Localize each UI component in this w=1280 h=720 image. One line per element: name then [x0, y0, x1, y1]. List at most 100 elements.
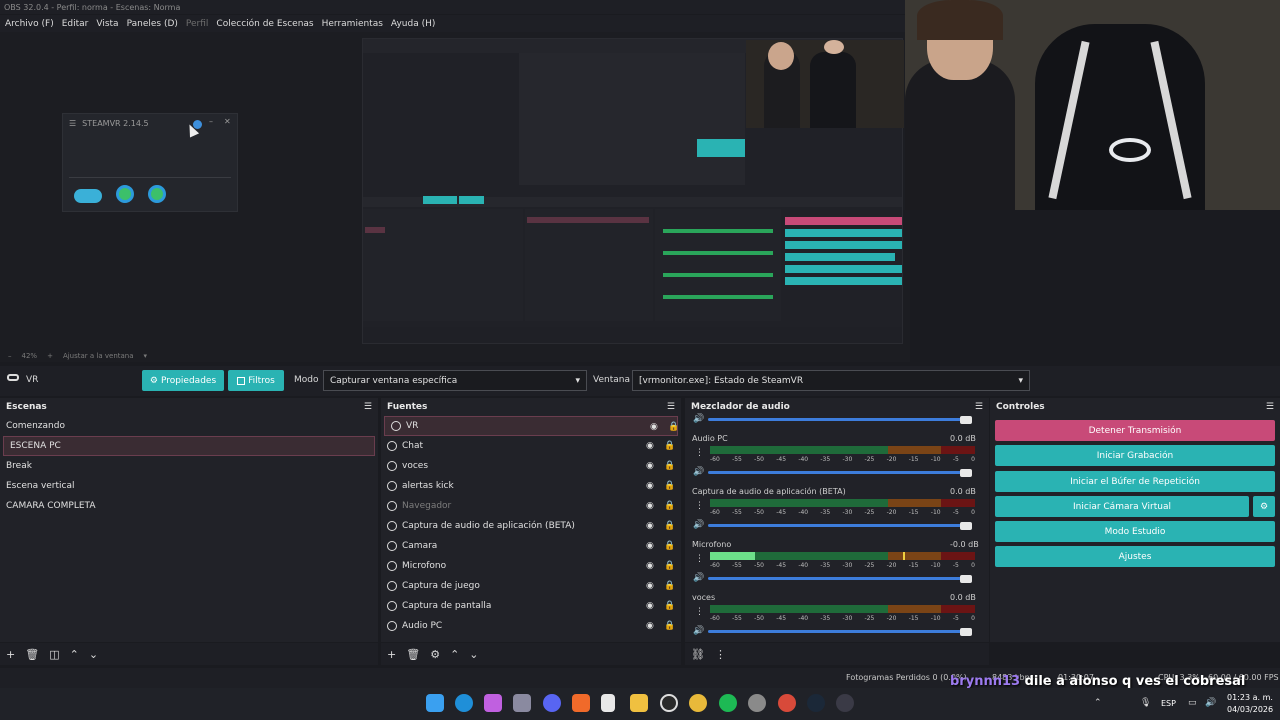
- eye-icon[interactable]: ◉: [646, 521, 658, 533]
- volume-icon[interactable]: 🔊: [693, 520, 704, 530]
- more-icon[interactable]: ⋮: [695, 501, 704, 511]
- menu-herramientas[interactable]: Herramientas: [322, 19, 383, 29]
- discord-icon[interactable]: [543, 694, 561, 712]
- source-item-selected[interactable]: VR ◉ 🔒: [384, 416, 680, 436]
- volume-icon[interactable]: 🔊: [693, 467, 704, 477]
- dock-menu-icon[interactable]: ☰: [1266, 402, 1274, 412]
- eye-icon[interactable]: ◉: [646, 601, 658, 613]
- eye-icon[interactable]: ◉: [646, 561, 658, 573]
- move-down-icon[interactable]: ⌄: [89, 648, 98, 661]
- volume-slider[interactable]: [708, 418, 970, 421]
- volume-icon[interactable]: 🔊: [693, 626, 704, 636]
- eye-icon[interactable]: ◉: [646, 441, 658, 453]
- filters-button[interactable]: Filtros: [228, 370, 284, 391]
- volume-slider[interactable]: [708, 524, 970, 527]
- link-icon[interactable]: ⛓: [691, 648, 705, 661]
- eye-hidden-icon[interactable]: ◉: [646, 501, 658, 513]
- menu-vista[interactable]: Vista: [96, 19, 118, 29]
- filter-icon[interactable]: ◫: [49, 648, 59, 661]
- eye-icon[interactable]: ◉: [646, 481, 658, 493]
- source-item[interactable]: Microfono ◉ 🔒: [381, 556, 681, 576]
- source-item[interactable]: Captura de audio de aplicación (BETA) ◉ 🔒: [381, 516, 681, 536]
- chevron-down-icon[interactable]: ▾: [144, 352, 148, 360]
- scene-item[interactable]: Comenzando: [0, 416, 378, 436]
- lock-icon[interactable]: 🔒: [664, 521, 676, 533]
- dock-menu-icon[interactable]: ☰: [364, 402, 372, 412]
- dock-menu-icon[interactable]: ☰: [667, 402, 675, 412]
- scene-item-selected[interactable]: ESCENA PC: [3, 436, 375, 456]
- copilot-icon[interactable]: [484, 694, 502, 712]
- windows-start-icon[interactable]: [426, 694, 444, 712]
- menu-perfil[interactable]: Perfil: [186, 19, 209, 29]
- chevron-up-icon[interactable]: ⌃: [1094, 698, 1102, 708]
- source-item[interactable]: Captura de pantalla ◉ 🔒: [381, 596, 681, 616]
- brave-icon[interactable]: [572, 694, 590, 712]
- volume-slider-knob[interactable]: [960, 628, 972, 636]
- virtual-camera-settings-button[interactable]: ⚙: [1253, 496, 1275, 517]
- edge-icon[interactable]: [455, 694, 473, 712]
- network-icon[interactable]: ▭: [1188, 698, 1197, 708]
- volume-slider-knob[interactable]: [960, 575, 972, 583]
- menu-archivo[interactable]: Archivo (F): [5, 19, 54, 29]
- clock-time[interactable]: 01:23 a. m.: [1227, 693, 1273, 702]
- lock-icon[interactable]: 🔒: [664, 441, 676, 453]
- move-up-icon[interactable]: ⌃: [450, 648, 459, 661]
- eye-icon[interactable]: ◉: [646, 461, 658, 473]
- eye-icon[interactable]: ◉: [646, 621, 658, 633]
- volume-slider[interactable]: [708, 471, 970, 474]
- eye-icon[interactable]: ◉: [646, 541, 658, 553]
- source-item[interactable]: Chat ◉ 🔒: [381, 436, 681, 456]
- folder-icon[interactable]: [630, 694, 648, 712]
- lock-icon[interactable]: 🔒: [664, 621, 676, 633]
- menu-editar[interactable]: Editar: [62, 19, 89, 29]
- more-icon[interactable]: ⋮: [715, 648, 726, 661]
- volume-slider-knob[interactable]: [960, 469, 972, 477]
- lock-icon[interactable]: 🔒: [664, 561, 676, 573]
- volume-icon[interactable]: 🔊: [1205, 698, 1216, 708]
- zoom-in-icon[interactable]: +: [47, 352, 53, 360]
- move-down-icon[interactable]: ⌄: [469, 648, 478, 661]
- volume-icon[interactable]: 🔊: [693, 573, 704, 583]
- source-item[interactable]: Captura de juego ◉ 🔒: [381, 576, 681, 596]
- lock-icon[interactable]: 🔒: [664, 541, 676, 553]
- replay-buffer-button[interactable]: Iniciar el Búfer de Repetición: [995, 471, 1275, 492]
- eye-icon[interactable]: ◉: [646, 581, 658, 593]
- volume-slider[interactable]: [708, 630, 970, 633]
- chrome-icon[interactable]: [689, 694, 707, 712]
- settings-button[interactable]: Ajustes: [995, 546, 1275, 567]
- lock-icon[interactable]: 🔒: [664, 481, 676, 493]
- studio-mode-button[interactable]: Modo Estudio: [995, 521, 1275, 542]
- source-item[interactable]: voces ◉ 🔒: [381, 456, 681, 476]
- source-item[interactable]: alertas kick ◉ 🔒: [381, 476, 681, 496]
- volume-slider-knob[interactable]: [960, 522, 972, 530]
- stop-stream-button[interactable]: Detener Transmisión: [995, 420, 1275, 441]
- properties-button[interactable]: ⚙ Propiedades: [142, 370, 224, 391]
- lock-icon[interactable]: 🔒: [664, 581, 676, 593]
- source-item[interactable]: Navegador ◉ 🔒: [381, 496, 681, 516]
- window-select[interactable]: [vrmonitor.exe]: Estado de SteamVR ▾: [632, 370, 1030, 391]
- volume-icon[interactable]: 🔊: [693, 414, 704, 424]
- microphone-icon[interactable]: 🎙: [1140, 698, 1151, 708]
- start-recording-button[interactable]: Iniciar Grabación: [995, 445, 1275, 466]
- trash-icon[interactable]: 🗑: [25, 648, 39, 661]
- obs-taskbar-icon[interactable]: [660, 694, 678, 712]
- clock-date[interactable]: 04/03/2026: [1227, 705, 1273, 714]
- more-icon[interactable]: ⋮: [695, 607, 704, 617]
- eye-icon[interactable]: ◉: [650, 422, 662, 434]
- more-icon[interactable]: ⋮: [695, 448, 704, 458]
- source-item[interactable]: Camara ◉ 🔒: [381, 536, 681, 556]
- lock-icon[interactable]: 🔒: [664, 601, 676, 613]
- mode-select[interactable]: Capturar ventana específica ▾: [323, 370, 587, 391]
- lock-icon[interactable]: 🔒: [668, 422, 680, 434]
- lock-icon[interactable]: 🔒: [664, 461, 676, 473]
- scene-item[interactable]: CAMARA COMPLETA: [0, 496, 378, 516]
- fit-window-label[interactable]: Ajustar a la ventana: [63, 352, 134, 360]
- menu-paneles[interactable]: Paneles (D): [127, 19, 178, 29]
- volume-slider-knob[interactable]: [960, 416, 972, 424]
- zoom-out-icon[interactable]: –: [8, 352, 12, 360]
- steam-icon[interactable]: [807, 694, 825, 712]
- chrome-profile-icon[interactable]: [778, 694, 796, 712]
- more-icon[interactable]: ⋮: [695, 554, 704, 564]
- obs-active-icon[interactable]: [836, 694, 854, 712]
- language-indicator[interactable]: ESP: [1161, 699, 1176, 708]
